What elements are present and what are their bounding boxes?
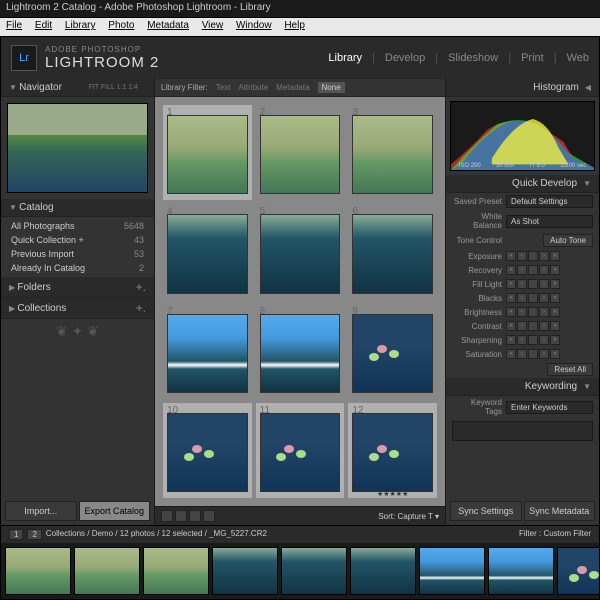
contrast-stepper[interactable]: «‹›» [506,321,593,331]
filmstrip-filter[interactable]: Custom Filter [543,529,591,538]
keywording-header[interactable]: Keywording▼ [446,378,599,396]
thumbnail-grid: 1 2 3 4 5 6 7 8 9 10 11 12★★★★★ [155,97,445,506]
rating-stars[interactable]: ★★★★★ [377,490,408,498]
histogram-display[interactable]: ISO 20050 mmf / 9.01/200 sec [450,101,595,171]
filmstrip[interactable] [1,543,599,599]
filter-metadata[interactable]: Metadata [276,83,309,92]
path-bar: 1 2 Collections / Demo / 12 photos / 12 … [1,525,599,543]
menu-window[interactable]: Window [236,20,272,31]
sharpening-stepper[interactable]: «‹›» [506,335,593,345]
filter-none[interactable]: None [318,82,345,93]
left-panel: ▼ Navigator FIT FILL 1:1 1:4 ▼ Catalog A… [1,79,155,525]
window-titlebar: Lightroom 2 Catalog - Adobe Photoshop Li… [0,0,600,18]
brand-tagline: ADOBE PHOTOSHOP [45,45,159,54]
app-header: Lr ADOBE PHOTOSHOP LIGHTROOM 2 Library| … [1,37,599,79]
folders-header[interactable]: ▶ Folders+. [1,277,154,298]
collections-header[interactable]: ▶ Collections+. [1,298,154,319]
exposure-stepper[interactable]: «‹›» [506,251,593,261]
filmstrip-thumb[interactable] [74,547,140,595]
filmstrip-thumb[interactable] [557,547,599,595]
menu-bar: File Edit Library Photo Metadata View Wi… [0,18,600,36]
filmstrip-thumb[interactable] [143,547,209,595]
sync-metadata-button[interactable]: Sync Metadata [524,501,596,521]
brand-name: LIGHTROOM 2 [45,54,159,71]
menu-view[interactable]: View [202,20,224,31]
filmstrip-thumb[interactable] [419,547,485,595]
sync-settings-button[interactable]: Sync Settings [450,501,522,521]
menu-file[interactable]: File [6,20,22,31]
breadcrumb: Collections / Demo / 12 photos / 12 sele… [46,529,267,540]
filmstrip-thumb[interactable] [212,547,278,595]
module-web[interactable]: Web [567,52,589,64]
page-2[interactable]: 2 [27,529,41,540]
view-survey-icon[interactable] [203,510,215,522]
catalog-header[interactable]: ▼ Catalog [1,199,154,217]
reset-all-button[interactable]: Reset All [547,363,593,376]
module-print[interactable]: Print [521,52,544,64]
grid-cell-12[interactable]: 12★★★★★ [348,403,437,498]
quick-develop-header[interactable]: Quick Develop▼ [446,175,599,193]
preset-dropdown[interactable]: Default Settings [506,195,593,208]
grid-cell-9[interactable]: 9 [348,304,437,399]
grid-cell-11[interactable]: 11 [256,403,345,498]
panel-ornament: ❦ ✦ ❦ [1,319,154,344]
catalog-previous-import[interactable]: Previous Import53 [1,247,154,261]
module-develop[interactable]: Develop [385,52,425,64]
grid-toolbar: Sort: Capture T ▾ [155,506,445,525]
filmstrip-thumb[interactable] [488,547,554,595]
module-library[interactable]: Library [328,52,362,64]
recovery-stepper[interactable]: «‹›» [506,265,593,275]
sort-dropdown[interactable]: Capture T [397,512,432,521]
navigator-header[interactable]: ▼ Navigator FIT FILL 1:1 1:4 [1,79,154,97]
catalog-quick-collection[interactable]: Quick Collection +43 [1,233,154,247]
app-logo-icon: Lr [11,45,37,71]
grid-cell-5[interactable]: 5 [256,204,345,299]
filter-text[interactable]: Text [216,83,231,92]
library-filter-bar: Library Filter: Text Attribute Metadata … [155,79,445,97]
wb-dropdown[interactable]: As Shot [506,215,593,228]
menu-photo[interactable]: Photo [108,20,134,31]
folders-add-icon[interactable]: +. [136,280,146,294]
grid-cell-8[interactable]: 8 [256,304,345,399]
collections-add-icon[interactable]: +. [136,301,146,315]
catalog-already-in[interactable]: Already In Catalog2 [1,261,154,275]
grid-cell-1[interactable]: 1 [163,105,252,200]
right-panel: Histogram◀ ISO 20050 mmf / 9.01/200 sec … [445,79,599,525]
menu-library[interactable]: Library [65,20,96,31]
import-button[interactable]: Import... [5,501,77,521]
module-slideshow[interactable]: Slideshow [448,52,498,64]
menu-edit[interactable]: Edit [35,20,52,31]
view-compare-icon[interactable] [189,510,201,522]
keyword-tags-dropdown[interactable]: Enter Keywords [506,401,593,414]
navigator-zoom-opts[interactable]: FIT FILL 1:1 1:4 [81,84,146,91]
saturation-stepper[interactable]: «‹›» [506,349,593,359]
menu-metadata[interactable]: Metadata [147,20,189,31]
center-panel: Library Filter: Text Attribute Metadata … [155,79,445,525]
grid-cell-7[interactable]: 7 [163,304,252,399]
grid-cell-2[interactable]: 2 [256,105,345,200]
filmstrip-thumb[interactable] [5,547,71,595]
view-grid-icon[interactable] [161,510,173,522]
navigator-preview[interactable] [7,103,148,193]
export-catalog-button[interactable]: Export Catalog [79,501,151,521]
grid-cell-6[interactable]: 6 [348,204,437,299]
filmstrip-thumb[interactable] [281,547,347,595]
view-loupe-icon[interactable] [175,510,187,522]
grid-cell-4[interactable]: 4 [163,204,252,299]
grid-cell-10[interactable]: 10 [163,403,252,498]
module-picker: Library| Develop| Slideshow| Print| Web [328,52,589,64]
page-1[interactable]: 1 [9,529,23,540]
keyword-box[interactable] [452,421,593,441]
catalog-all-photos[interactable]: All Photographs5648 [1,219,154,233]
filmstrip-thumb[interactable] [350,547,416,595]
histogram-header[interactable]: Histogram◀ [446,79,599,97]
brightness-stepper[interactable]: «‹›» [506,307,593,317]
menu-help[interactable]: Help [284,20,305,31]
fill light-stepper[interactable]: «‹›» [506,279,593,289]
blacks-stepper[interactable]: «‹›» [506,293,593,303]
auto-tone-button[interactable]: Auto Tone [543,234,593,247]
filter-attribute[interactable]: Attribute [238,83,268,92]
grid-cell-3[interactable]: 3 [348,105,437,200]
